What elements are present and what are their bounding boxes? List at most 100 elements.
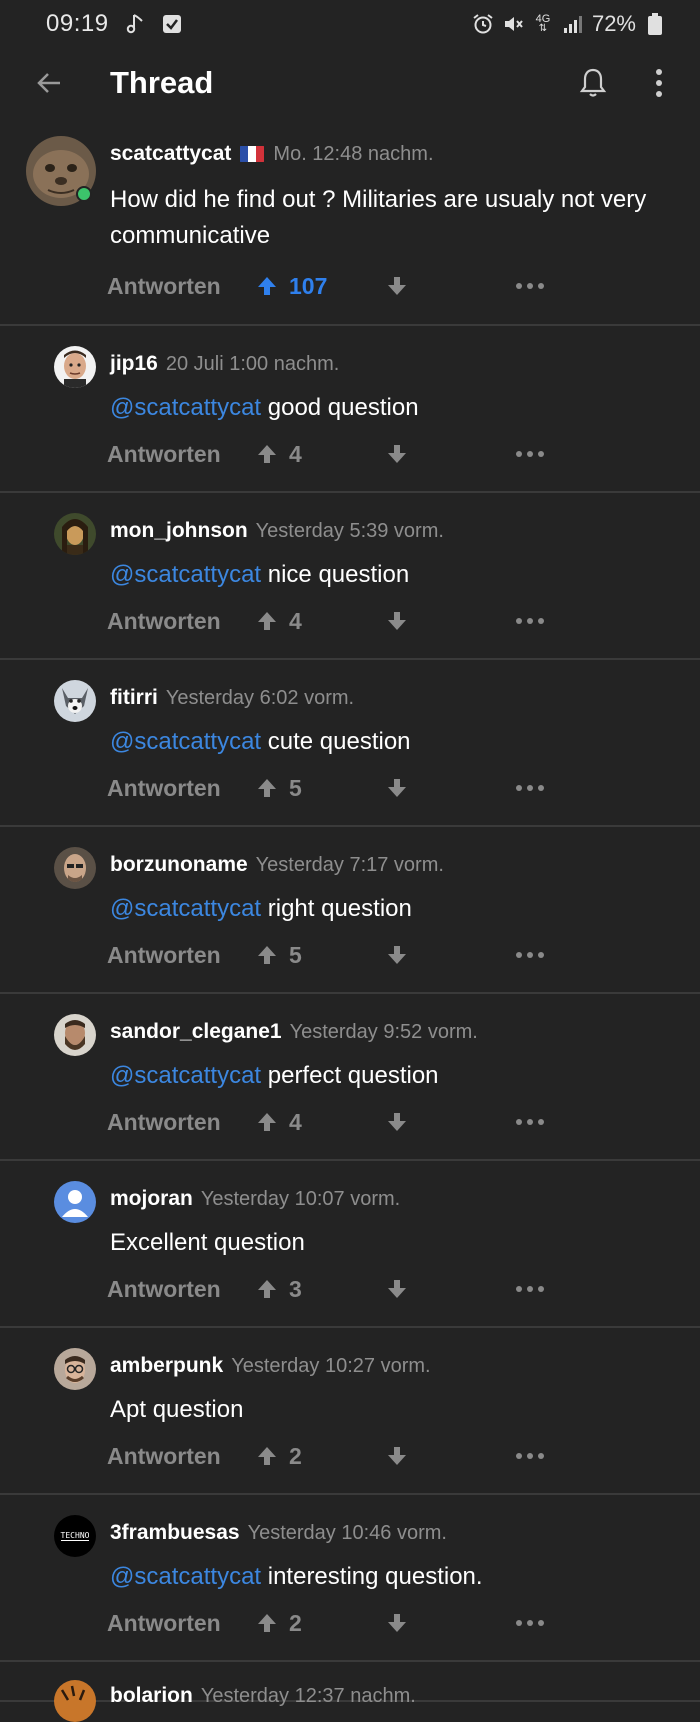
reply-button[interactable]: Antworten <box>107 1276 255 1303</box>
more-horizontal-icon <box>516 1620 544 1626</box>
music-note-icon <box>125 13 147 35</box>
more-options-button[interactable] <box>515 1285 545 1293</box>
arrow-up-icon <box>258 1614 276 1632</box>
more-horizontal-icon <box>516 1286 544 1292</box>
upvote-button[interactable]: 4 <box>255 1109 385 1136</box>
upvote-button[interactable]: 5 <box>255 942 385 969</box>
username[interactable]: mojoran <box>110 1187 193 1211</box>
comment-text: @scatcattycat perfect question <box>110 1058 660 1094</box>
user-mention-link[interactable]: @scatcattycat <box>110 394 261 421</box>
more-options-button[interactable] <box>515 1118 545 1126</box>
reply-button[interactable]: Antworten <box>107 608 255 635</box>
reply-comment: TECHNO 3frambuesas Yesterday 10:46 vorm. @s… <box>0 1495 700 1662</box>
timestamp: Yesterday 9:52 vorm. <box>289 1020 478 1043</box>
overflow-menu-button[interactable] <box>636 60 682 106</box>
user-mention-link[interactable]: @scatcattycat <box>110 561 261 588</box>
downvote-button[interactable] <box>385 1277 515 1301</box>
page-title: Thread <box>110 65 214 100</box>
more-horizontal-icon <box>516 952 544 958</box>
username[interactable]: sandor_clegane1 <box>110 1020 282 1044</box>
avatar[interactable] <box>54 1348 96 1390</box>
upvote-count: 4 <box>289 1108 302 1135</box>
reply-comment: borzunoname Yesterday 7:17 vorm. @scatcatt… <box>0 827 700 994</box>
timestamp: Yesterday 10:07 vorm. <box>200 1187 401 1210</box>
comment-text: @scatcattycat right question <box>110 891 660 927</box>
user-mention-link[interactable]: @scatcattycat <box>110 1062 261 1089</box>
more-options-button[interactable] <box>515 951 545 959</box>
comment-body: right question <box>261 895 412 922</box>
timestamp: Yesterday 6:02 vorm. <box>165 686 355 709</box>
upvote-button[interactable]: 2 <box>255 1443 385 1470</box>
status-time: 09:19 <box>46 10 109 37</box>
more-options-button[interactable] <box>515 450 545 458</box>
user-mention-link[interactable]: @scatcattycat <box>110 1563 261 1590</box>
mona-lisa-avatar-icon <box>54 513 96 555</box>
comment-body: nice question <box>261 561 410 588</box>
downvote-button[interactable] <box>385 274 515 298</box>
username[interactable]: borzunoname <box>110 853 248 877</box>
timestamp: Mo. 12:48 nachm. <box>273 142 434 165</box>
avatar[interactable] <box>54 847 96 889</box>
comment-body: good question <box>261 394 419 421</box>
upvote-count: 2 <box>289 1442 302 1469</box>
username[interactable]: jip16 <box>110 352 158 376</box>
more-options-button[interactable] <box>515 617 545 625</box>
reply-comment: amberpunk Yesterday 10:27 vorm. Apt questi… <box>0 1328 700 1495</box>
reply-button[interactable]: Antworten <box>107 441 255 468</box>
username[interactable]: fitirri <box>110 686 158 710</box>
username[interactable]: scatcattycat <box>110 142 231 166</box>
more-options-button[interactable] <box>515 784 545 792</box>
username[interactable]: bolarion <box>110 1684 193 1708</box>
upvote-count: 2 <box>289 1609 302 1636</box>
downvote-button[interactable] <box>385 943 515 967</box>
upvote-button[interactable]: 4 <box>255 441 385 468</box>
comment-text: @scatcattycat good question <box>110 390 660 426</box>
notification-bell-button[interactable] <box>570 60 616 106</box>
downvote-button[interactable] <box>385 609 515 633</box>
main-comment: scatcattycat Mo. 12:48 nachm. How did he… <box>0 118 700 326</box>
reply-button[interactable]: Antworten <box>107 942 255 969</box>
avatar[interactable] <box>54 1181 96 1223</box>
avatar[interactable] <box>54 513 96 555</box>
downvote-button[interactable] <box>385 442 515 466</box>
upvote-button[interactable]: 107 <box>255 273 385 300</box>
downvote-button[interactable] <box>385 1444 515 1468</box>
reply-button[interactable]: Antworten <box>107 1610 255 1637</box>
arrow-down-icon <box>388 612 406 630</box>
avatar[interactable] <box>54 346 96 388</box>
avatar[interactable] <box>54 1680 96 1722</box>
comment-text: Excellent question <box>110 1225 660 1261</box>
husky-avatar-icon <box>54 680 96 722</box>
timestamp: Yesterday 10:27 vorm. <box>231 1354 431 1377</box>
username[interactable]: mon_johnson <box>110 519 248 543</box>
avatar[interactable] <box>54 1014 96 1056</box>
upvote-button[interactable]: 5 <box>255 775 385 802</box>
more-options-button[interactable] <box>515 1452 545 1460</box>
checkbox-notification-icon <box>161 13 183 35</box>
downvote-button[interactable] <box>385 1611 515 1635</box>
downvote-button[interactable] <box>385 1110 515 1134</box>
reply-comment: mojoran Yesterday 10:07 vorm. Excellent qu… <box>0 1161 700 1328</box>
user-mention-link[interactable]: @scatcattycat <box>110 895 261 922</box>
upvote-button[interactable]: 2 <box>255 1610 385 1637</box>
more-options-button[interactable] <box>515 1619 545 1627</box>
username[interactable]: amberpunk <box>110 1354 223 1378</box>
arrow-down-icon <box>388 779 406 797</box>
avatar[interactable] <box>54 680 96 722</box>
user-mention-link[interactable]: @scatcattycat <box>110 728 261 755</box>
back-button[interactable] <box>24 58 74 108</box>
more-horizontal-icon <box>516 785 544 791</box>
reply-button[interactable]: Antworten <box>107 273 255 300</box>
avatar[interactable]: TECHNO <box>54 1515 96 1557</box>
reply-button[interactable]: Antworten <box>107 1443 255 1470</box>
arrow-up-icon <box>258 1280 276 1298</box>
upvote-button[interactable]: 3 <box>255 1276 385 1303</box>
upvote-button[interactable]: 4 <box>255 608 385 635</box>
france-flag-icon <box>239 146 265 162</box>
username[interactable]: 3frambuesas <box>110 1521 240 1545</box>
upvote-count: 107 <box>289 272 328 299</box>
reply-button[interactable]: Antworten <box>107 1109 255 1136</box>
reply-button[interactable]: Antworten <box>107 775 255 802</box>
downvote-button[interactable] <box>385 776 515 800</box>
more-options-button[interactable] <box>515 282 545 290</box>
